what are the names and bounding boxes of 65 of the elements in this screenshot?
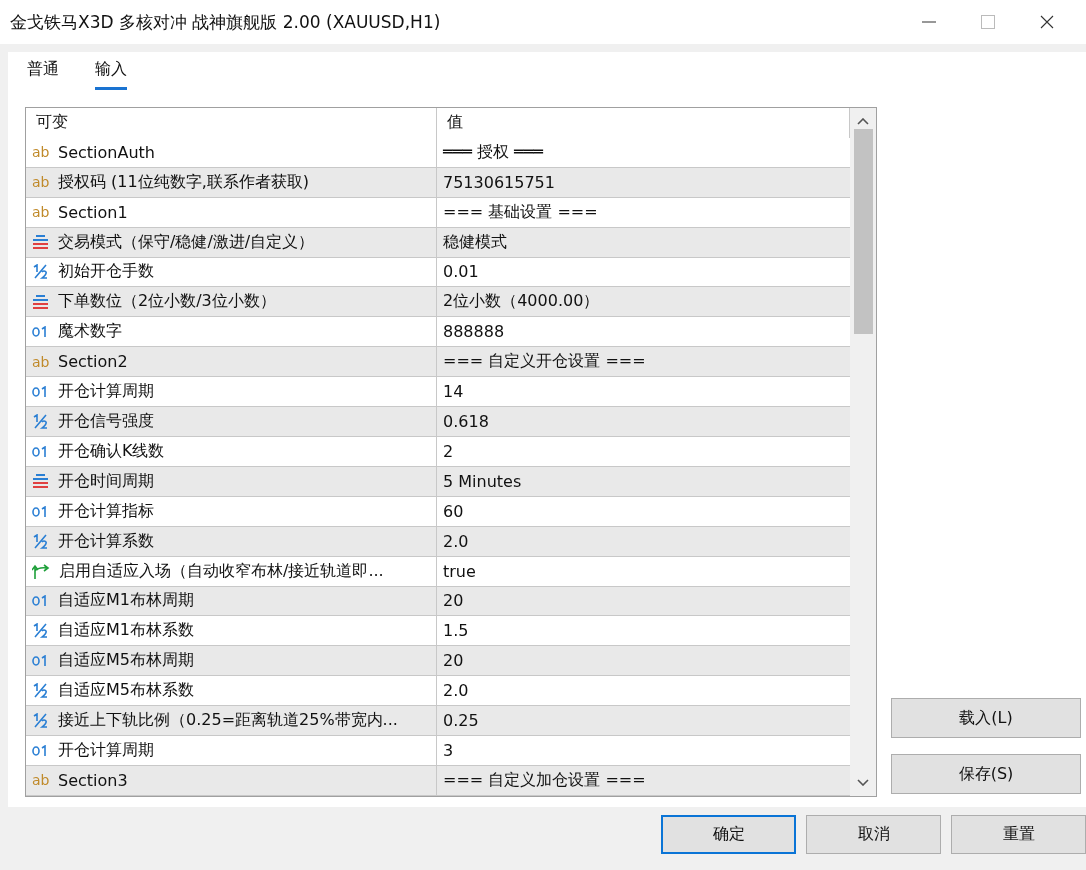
parameter-value[interactable]: 14 <box>443 382 464 402</box>
scrollbar[interactable] <box>850 108 876 796</box>
parameter-value[interactable]: 2 <box>443 441 454 461</box>
scroll-up-icon[interactable] <box>857 118 869 125</box>
parameter-value[interactable]: 稳健模式 <box>443 231 507 253</box>
parameter-value[interactable]: === 基础设置 === <box>443 201 598 223</box>
parameter-value[interactable]: 2.0 <box>443 531 469 551</box>
scrollbar-thumb[interactable] <box>853 129 873 334</box>
dialog-button[interactable]: 载入(L) <box>891 698 1081 738</box>
window-title: 金戈铁马X3D 多核对冲 战神旗舰版 2.00 (XAUUSD,H1) <box>10 10 441 34</box>
parameter-value[interactable]: 2位小数（4000.00） <box>443 291 600 313</box>
parameter-value[interactable]: 20 <box>443 591 464 611</box>
column-header[interactable]: 可变 <box>26 108 437 138</box>
parameter-name: 开仓确认K线数 <box>58 440 165 462</box>
parameter-name: 开仓计算周期 <box>58 381 154 403</box>
parameter-value[interactable]: 0.25 <box>443 711 479 731</box>
parameter-name: 开仓计算周期 <box>58 740 154 761</box>
parameter-value[interactable]: 1.5 <box>443 621 469 641</box>
parameter-value[interactable]: === 自定义开仓设置 === <box>443 351 646 373</box>
parameter-value[interactable]: 60 <box>443 501 464 521</box>
parameter-name: 自适应M5布林系数 <box>58 680 194 702</box>
text-type-icon: ab <box>32 175 49 190</box>
parameter-name: 自适应M1布林周期 <box>58 590 194 612</box>
parameter-name: 授权码 (11位纯数字,联系作者获取) <box>58 171 309 193</box>
parameter-value[interactable]: 75130615751 <box>443 172 555 192</box>
tab[interactable]: 输入 <box>95 58 127 90</box>
parameter-name: 开仓信号强度 <box>58 411 154 432</box>
parameter-value[interactable]: 20 <box>443 651 464 671</box>
parameter-value[interactable]: 5 Minutes <box>443 471 522 491</box>
parameter-value[interactable]: true <box>443 561 476 581</box>
parameter-name: 初始开仓手数 <box>58 261 154 283</box>
tab[interactable]: 普通 <box>27 58 59 90</box>
maximize-icon[interactable] <box>981 15 995 29</box>
parameter-name: 自适应M1布林系数 <box>58 620 194 642</box>
parameter-value[interactable]: ═══ 授权 ═══ <box>443 141 543 163</box>
scroll-down-icon[interactable] <box>857 779 869 786</box>
parameter-name: 启用自适应入场（自动收窄布林/接近轨道即... <box>59 560 384 582</box>
parameter-name: 自适应M5布林周期 <box>58 650 194 672</box>
dialog-button[interactable]: 重置 <box>951 815 1086 854</box>
parameter-name: Section2 <box>58 352 128 372</box>
parameter-name: 开仓计算系数 <box>58 530 154 552</box>
minimize-icon[interactable] <box>922 21 936 23</box>
parameter-value[interactable]: 888888 <box>443 322 505 342</box>
parameter-name: 魔术数字 <box>58 321 122 343</box>
close-icon[interactable] <box>1040 15 1054 29</box>
dialog-button[interactable]: 取消 <box>806 815 941 854</box>
parameter-name: Section3 <box>58 770 128 790</box>
parameter-name: Section1 <box>58 202 128 222</box>
text-type-icon: ab <box>32 145 49 160</box>
parameter-name: 开仓计算指标 <box>58 500 154 522</box>
dialog-button[interactable]: 确定 <box>661 815 796 854</box>
text-type-icon: ab <box>32 205 49 220</box>
parameter-value[interactable]: 0.618 <box>443 412 489 431</box>
text-type-icon: ab <box>32 354 49 369</box>
parameter-name: 交易模式（保守/稳健/激进/自定义） <box>58 231 315 253</box>
parameter-name: 下单数位（2位小数/3位小数） <box>58 291 276 313</box>
parameter-name: 接近上下轨比例（0.25=距离轨道25%带宽内... <box>58 710 398 732</box>
parameter-name: 开仓时间周期 <box>58 470 154 492</box>
text-type-icon: ab <box>32 773 49 788</box>
parameter-value[interactable]: 3 <box>443 741 454 760</box>
parameter-value[interactable]: 0.01 <box>443 262 479 282</box>
dialog-button[interactable]: 保存(S) <box>891 754 1081 794</box>
parameter-value[interactable]: 2.0 <box>443 681 469 701</box>
parameter-name: SectionAuth <box>58 142 155 162</box>
parameter-value[interactable]: === 自定义加仓设置 === <box>443 769 646 791</box>
